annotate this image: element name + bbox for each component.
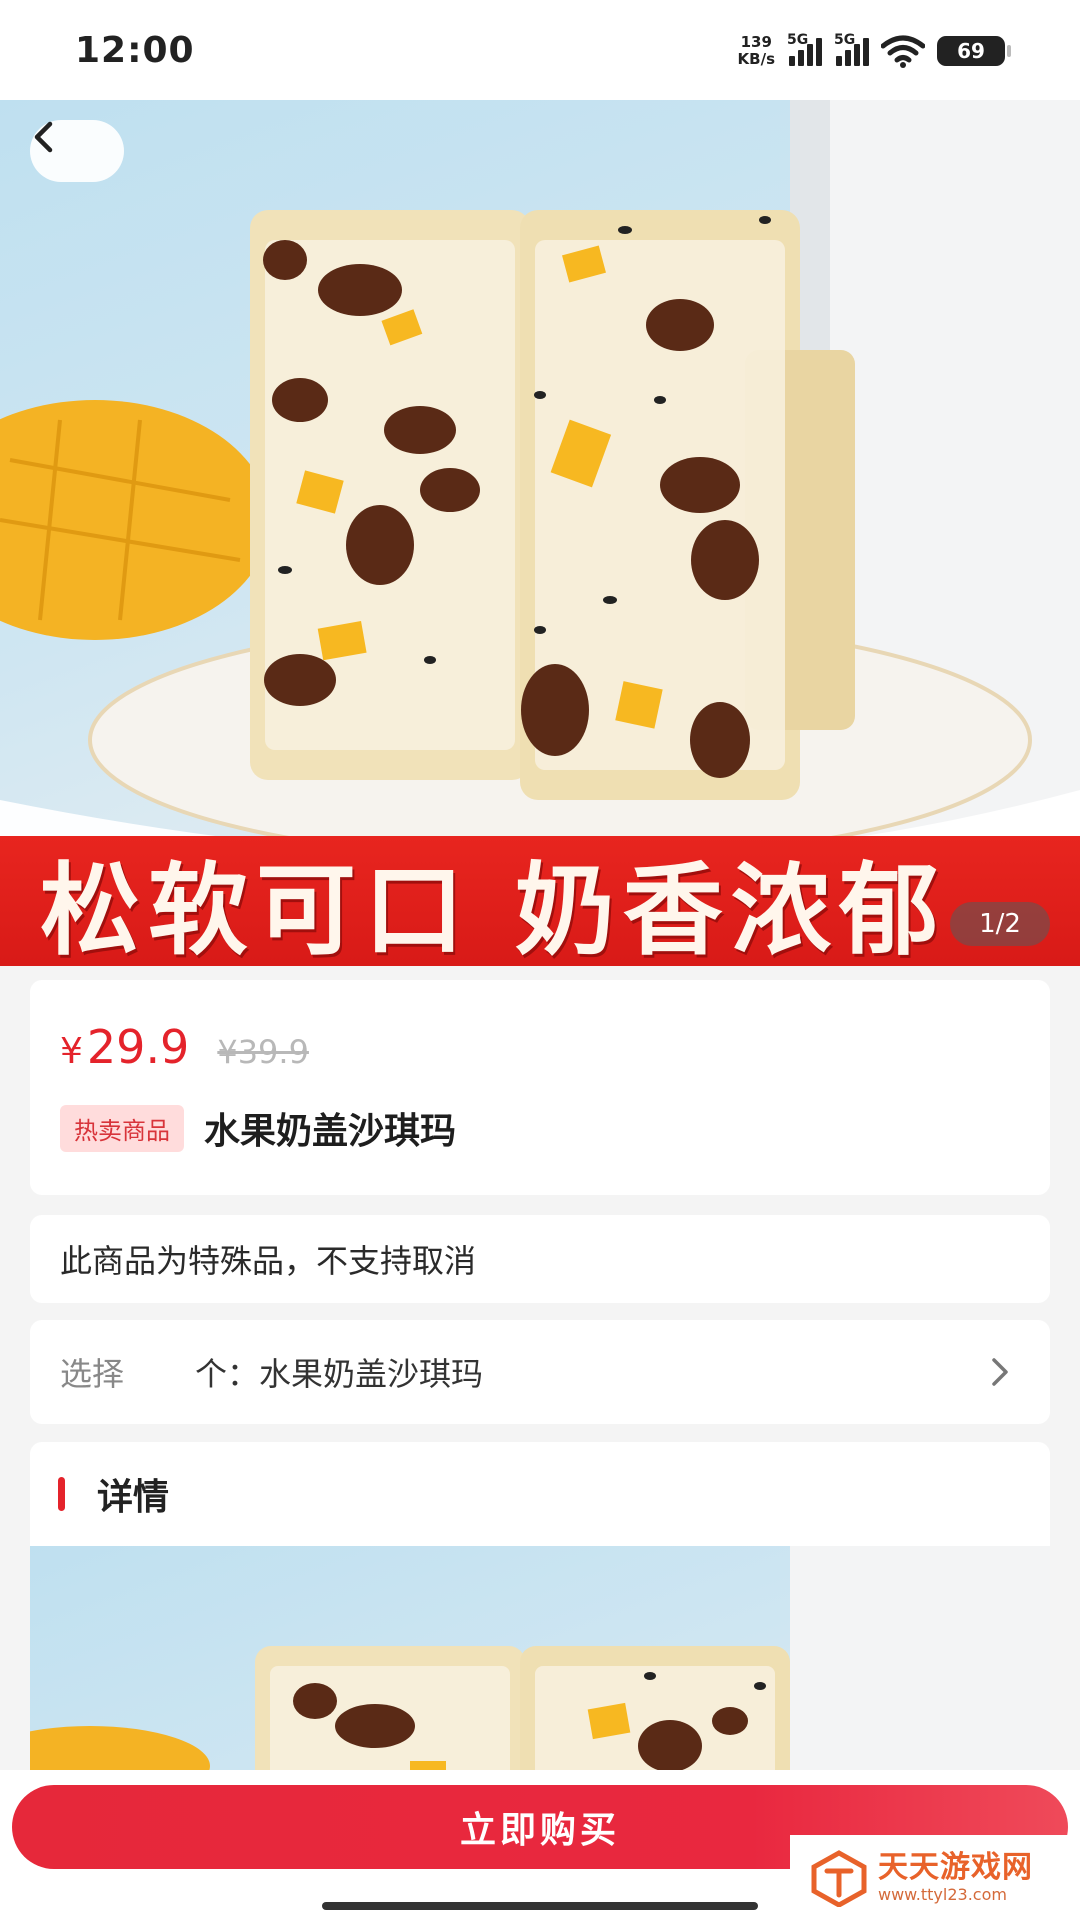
- sim2-label: 5G: [834, 32, 856, 48]
- price-value: 29.9: [86, 1020, 190, 1074]
- product-title: 水果奶盖沙琪玛: [204, 1111, 457, 1152]
- watermark-text: 天天游戏网 www.ttyl23.com: [878, 1849, 1033, 1904]
- status-bar: 12:00 139 KB/s 5G 5G 69: [0, 0, 1080, 100]
- network-speed-value: 139: [740, 33, 772, 51]
- notice-text: 此商品为特殊品，不支持取消: [60, 1242, 477, 1280]
- original-price: ¥39.9: [217, 1033, 309, 1071]
- detail-image: [30, 1546, 1050, 1776]
- title-row: 热卖商品 水果奶盖沙琪玛: [60, 1102, 456, 1154]
- status-time: 12:00: [75, 30, 195, 71]
- back-button[interactable]: [30, 120, 124, 182]
- selected-spec: 个：水果奶盖沙琪玛: [195, 1355, 484, 1393]
- spec-selector[interactable]: 选择 个：水果奶盖沙琪玛: [30, 1320, 1050, 1424]
- home-indicator[interactable]: [322, 1902, 758, 1910]
- network-speed: 139 KB/s: [738, 34, 775, 68]
- detail-title: 详情: [97, 1477, 170, 1518]
- select-label: 选择: [60, 1355, 125, 1393]
- sim1-label: 5G: [787, 32, 809, 48]
- watermark-title: 天天游戏网: [878, 1849, 1033, 1885]
- current-price: ¥29.9: [60, 1020, 189, 1074]
- image-pager: 1/2: [950, 902, 1050, 946]
- signal-icon: 5G: [787, 32, 822, 66]
- wifi-icon: [881, 35, 925, 68]
- back-icon: [34, 121, 53, 153]
- watermark-logo-icon: [811, 1849, 867, 1907]
- hero-banner: 松软可口 奶香浓郁: [0, 836, 1080, 966]
- chevron-right-icon: [992, 1358, 1008, 1386]
- watermark-url: www.ttyl23.com: [878, 1884, 1007, 1904]
- section-accent-bar: [58, 1477, 65, 1511]
- network-speed-unit: KB/s: [737, 50, 775, 68]
- notice-card: 此商品为特殊品，不支持取消: [30, 1215, 1050, 1303]
- status-icons: 139 KB/s 5G 5G 69: [738, 32, 1011, 68]
- battery-icon: 69: [937, 36, 1011, 66]
- currency-symbol: ¥: [60, 1031, 83, 1072]
- detail-product-photo: [30, 1546, 1050, 1776]
- signal-icon-2: 5G: [834, 32, 869, 66]
- price-row: ¥29.9 ¥39.9: [60, 1020, 309, 1074]
- hot-sale-badge: 热卖商品: [60, 1104, 184, 1152]
- detail-section-header: 详情: [30, 1442, 1050, 1546]
- watermark-logo: 天天游戏网 www.ttyl23.com: [790, 1835, 1080, 1920]
- product-info-card: ¥29.9 ¥39.9 热卖商品 水果奶盖沙琪玛: [30, 980, 1050, 1195]
- hero-banner-text: 松软可口 奶香浓郁: [40, 851, 947, 967]
- product-hero-image[interactable]: 松软可口 奶香浓郁 1/2: [0, 100, 1080, 966]
- battery-level: 69: [957, 39, 985, 63]
